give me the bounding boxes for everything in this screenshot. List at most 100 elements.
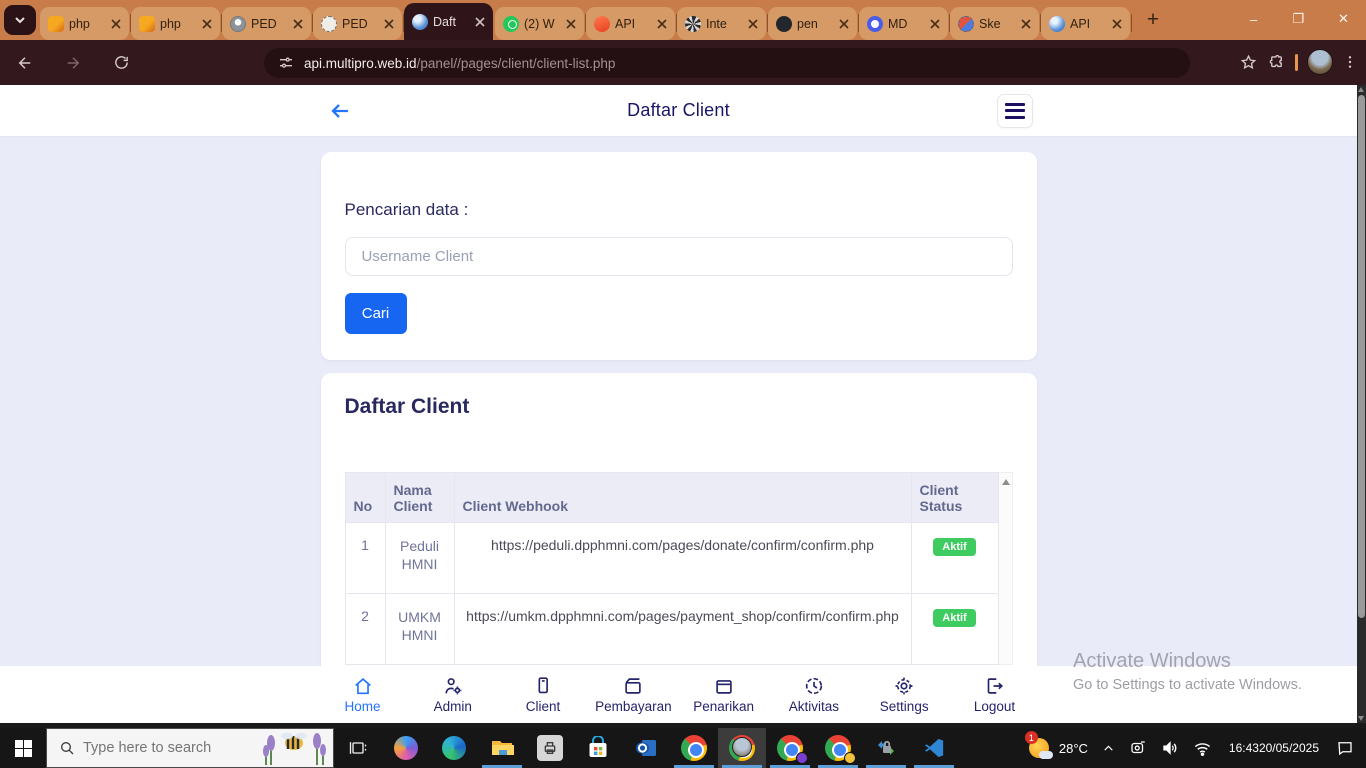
taskbar-search-input[interactable] <box>83 740 243 756</box>
bookmark-star-icon[interactable] <box>1239 53 1258 72</box>
tab-close-icon[interactable] <box>109 17 123 31</box>
printer-app-button[interactable] <box>526 728 574 768</box>
tab-close-icon[interactable] <box>473 15 487 29</box>
tab-api-2[interactable]: API <box>1041 7 1132 40</box>
minimize-button[interactable]: – <box>1231 0 1276 38</box>
browser-tabstrip: php php PED PED Daft (2) W API Inte pen … <box>0 0 1366 40</box>
weather-widget[interactable]: 1 28°C <box>1020 728 1095 768</box>
tab-phpmyadmin-2[interactable]: php <box>131 7 222 40</box>
tab-whatsapp[interactable]: (2) W <box>495 7 586 40</box>
action-center-button[interactable] <box>1329 728 1366 768</box>
nav-item-pembayaran[interactable]: Pembayaran <box>591 675 675 714</box>
edge-button[interactable] <box>430 728 478 768</box>
tab-close-icon[interactable] <box>382 17 396 31</box>
table-row: 2 UMKM HMNI https://umkm.dpphmni.com/pag… <box>344 593 999 665</box>
tab-close-icon[interactable] <box>1110 17 1124 31</box>
scroll-up-arrow-icon[interactable] <box>1001 479 1010 485</box>
tab-close-icon[interactable] <box>655 17 669 31</box>
tab-close-icon[interactable] <box>564 17 578 31</box>
volume-button[interactable] <box>1154 728 1186 768</box>
outlook-button[interactable] <box>622 728 670 768</box>
whatsapp-favicon <box>503 15 519 32</box>
vscode-icon <box>924 738 944 758</box>
wallet-icon <box>625 678 642 694</box>
nav-item-penarikan[interactable]: Penarikan <box>682 675 766 714</box>
dashed-duotone-favicon <box>958 15 974 32</box>
kebab-menu-icon[interactable] <box>1342 54 1358 70</box>
address-bar[interactable]: api.multipro.web.id/panel//pages/client/… <box>264 48 1190 78</box>
close-button[interactable]: ✕ <box>1321 0 1366 38</box>
scrollbar-thumb[interactable] <box>1358 95 1365 618</box>
tab-title: pen <box>797 16 818 31</box>
clock-widget[interactable]: 16:43 20/05/2025 <box>1219 728 1329 768</box>
tab-close-icon[interactable] <box>837 17 851 31</box>
nav-item-admin[interactable]: Admin <box>411 675 495 714</box>
table-scrollbar[interactable] <box>998 472 1013 665</box>
search-label: Pencarian data : <box>344 200 469 219</box>
username-client-input[interactable] <box>344 237 1013 276</box>
scroll-up-arrow-icon[interactable] <box>1358 87 1364 92</box>
chrome-profile-2-button[interactable] <box>766 728 814 768</box>
reload-icon <box>114 56 128 69</box>
restore-button[interactable]: ❐ <box>1276 0 1321 38</box>
nav-item-settings[interactable]: Settings <box>862 675 946 714</box>
tab-close-icon[interactable] <box>928 17 942 31</box>
wifi-button[interactable] <box>1186 728 1219 768</box>
browser-toolbar: api.multipro.web.id/panel//pages/client/… <box>0 40 1366 85</box>
hamburger-menu-button[interactable] <box>996 93 1033 128</box>
tab-close-icon[interactable] <box>200 17 214 31</box>
page-back-button[interactable] <box>325 96 355 126</box>
tab-md[interactable]: MD <box>859 7 950 40</box>
withdraw-box-icon <box>715 680 732 694</box>
tab-phpmyadmin-1[interactable]: php <box>40 7 131 40</box>
task-view-button[interactable] <box>334 728 382 768</box>
tab-inte[interactable]: Inte <box>677 7 768 40</box>
tab-close-icon[interactable] <box>291 17 305 31</box>
taskbar-search-box[interactable] <box>46 728 334 768</box>
ink-workspace-button[interactable] <box>1122 728 1154 768</box>
nav-item-logout[interactable]: Logout <box>952 675 1036 714</box>
hidden-icons-button[interactable] <box>1095 728 1122 768</box>
reload-button[interactable] <box>104 46 138 80</box>
tab-ped-1[interactable]: PED <box>222 7 313 40</box>
forward-button[interactable] <box>56 46 90 80</box>
secure-transfer-app-button[interactable] <box>862 728 910 768</box>
tab-api-1[interactable]: API <box>586 7 677 40</box>
new-tab-button[interactable]: + <box>1138 5 1168 35</box>
chrome-profile-3-button[interactable] <box>814 728 862 768</box>
vscode-button[interactable] <box>910 728 958 768</box>
tab-ske[interactable]: Ske <box>950 7 1041 40</box>
tab-pen[interactable]: pen <box>768 7 859 40</box>
outlook-icon <box>636 740 656 756</box>
microsoft-store-button[interactable] <box>574 728 622 768</box>
tab-close-icon[interactable] <box>746 17 760 31</box>
tab-close-icon[interactable] <box>1019 17 1033 31</box>
start-button[interactable] <box>0 728 46 768</box>
notification-icon <box>1338 742 1352 756</box>
back-button[interactable] <box>8 46 42 80</box>
profile-avatar[interactable] <box>1307 49 1333 75</box>
cari-button[interactable]: Cari <box>344 293 407 334</box>
tab-daftar-client-active[interactable]: Daft <box>404 3 493 40</box>
nav-item-home[interactable]: Home <box>321 675 405 714</box>
toolbar-right <box>1239 45 1358 79</box>
microsoft-store-icon <box>589 736 607 757</box>
chrome-profile-button-active[interactable] <box>718 728 766 768</box>
extensions-puzzle-icon[interactable] <box>1267 53 1286 72</box>
copilot-button[interactable] <box>382 728 430 768</box>
person-dashed-favicon <box>321 15 337 32</box>
profile-photo-badge <box>732 737 752 757</box>
page-scrollbar[interactable] <box>1357 85 1366 723</box>
scroll-down-arrow-icon[interactable] <box>1358 716 1364 721</box>
smartphone-icon <box>538 677 549 694</box>
tab-ped-2[interactable]: PED <box>313 7 404 40</box>
temperature-label: 28°C <box>1058 740 1088 756</box>
nav-item-aktivitas[interactable]: Aktivitas <box>772 675 856 714</box>
tab-search-button[interactable] <box>4 5 36 35</box>
status-badge: Aktif <box>933 538 976 556</box>
edge-icon <box>442 736 466 760</box>
site-settings-tune-icon[interactable] <box>278 55 294 71</box>
file-explorer-button[interactable] <box>478 728 526 768</box>
chrome-button[interactable] <box>670 728 718 768</box>
nav-item-client[interactable]: Client <box>501 675 585 714</box>
